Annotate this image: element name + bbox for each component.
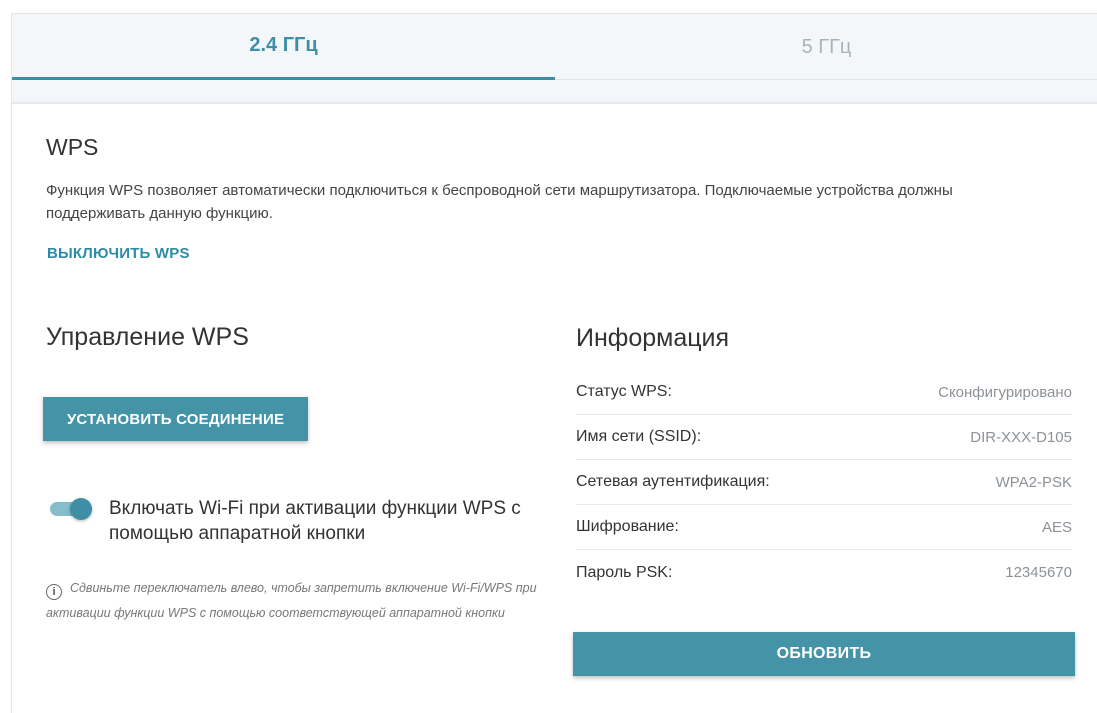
info-row-psk-password: Пароль PSK: 12345670 — [576, 550, 1072, 595]
establish-connection-button[interactable]: УСТАНОВИТЬ СОЕДИНЕНИЕ — [43, 397, 308, 441]
info-value: WPA2-PSK — [995, 473, 1072, 491]
info-row-authentication: Сетевая аутентификация: WPA2-PSK — [576, 460, 1072, 505]
wps-section-title: WPS — [46, 134, 99, 160]
toggle-knob — [70, 498, 92, 520]
info-section-title: Информация — [576, 324, 730, 352]
info-value: DIR-XXX-D105 — [970, 428, 1072, 446]
tab-divider — [12, 80, 1097, 104]
wps-description: Функция WPS позволяет автоматически подк… — [46, 182, 953, 222]
info-table: Статус WPS: Сконфигурировано Имя сети (S… — [576, 370, 1072, 595]
info-value: Сконфигурировано — [938, 383, 1072, 401]
wps-management-title: Управление WPS — [46, 323, 249, 351]
info-key: Пароль PSK: — [576, 563, 673, 581]
info-value: 12345670 — [1005, 564, 1072, 581]
info-row-encryption: Шифрование: AES — [576, 505, 1072, 550]
wifi-hardware-button-toggle[interactable] — [50, 498, 94, 520]
toggle-label: Включать Wi-Fi при активации функции WPS… — [109, 498, 521, 544]
info-row-wps-status: Статус WPS: Сконфигурировано — [576, 370, 1072, 415]
info-key: Шифрование: — [576, 518, 679, 535]
info-value: AES — [1041, 518, 1072, 536]
hint-text: Сдвиньте переключатель влево, чтобы запр… — [46, 581, 537, 620]
refresh-button[interactable]: ОБНОВИТЬ — [573, 632, 1075, 676]
info-key: Сетевая аутентификация: — [576, 473, 770, 490]
wps-settings-panel: 2.4 ГГц 5 ГГц WPS Функция WPS позволяет … — [11, 13, 1097, 713]
hint-text-block: i Сдвиньте переключатель влево, чтобы зап… — [46, 576, 546, 626]
info-row-ssid: Имя сети (SSID): DIR-XXX-D105 — [576, 415, 1072, 460]
disable-wps-link[interactable]: ВЫКЛЮЧИТЬ WPS — [47, 245, 190, 262]
info-key: Статус WPS: — [576, 383, 672, 400]
info-key: Имя сети (SSID): — [576, 428, 702, 445]
tab-5-ghz[interactable]: 5 ГГц — [555, 14, 1097, 80]
band-tabs: 2.4 ГГц 5 ГГц — [12, 14, 1097, 80]
info-icon: i — [46, 584, 62, 600]
tab-2-4-ghz[interactable]: 2.4 ГГц — [12, 14, 555, 80]
